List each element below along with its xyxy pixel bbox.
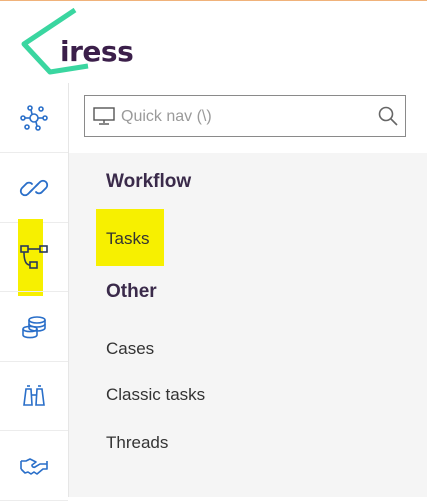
section-workflow: Workflow: [106, 171, 192, 192]
binoculars-icon: [23, 384, 45, 406]
rail-item-workflow[interactable]: [0, 222, 68, 292]
monitor-icon: [93, 107, 115, 125]
logo-text: iress: [60, 35, 134, 68]
menu-item-threads[interactable]: Threads: [106, 433, 168, 453]
rail-item-binoculars[interactable]: [0, 361, 68, 431]
rail-item-link[interactable]: [0, 153, 68, 223]
top-border: [0, 0, 427, 1]
rail-item-handshake[interactable]: [0, 431, 68, 501]
search-area: [69, 83, 427, 153]
workflow-icon: [20, 244, 48, 269]
rail-item-database[interactable]: [0, 292, 68, 362]
link-icon: [19, 179, 49, 196]
section-other: Other: [106, 281, 157, 302]
handshake-icon: [20, 457, 48, 475]
network-icon: [20, 104, 48, 131]
quick-nav-search[interactable]: [84, 95, 406, 137]
menu-item-classic-tasks[interactable]: Classic tasks: [106, 385, 205, 405]
iress-logo[interactable]: iress: [20, 6, 150, 76]
quick-nav-input[interactable]: [119, 100, 363, 134]
menu-item-cases[interactable]: Cases: [106, 339, 154, 359]
menu-item-tasks[interactable]: Tasks: [106, 229, 149, 249]
search-icon[interactable]: [377, 105, 399, 127]
rail-item-network[interactable]: [0, 83, 68, 153]
database-icon: [22, 315, 46, 338]
